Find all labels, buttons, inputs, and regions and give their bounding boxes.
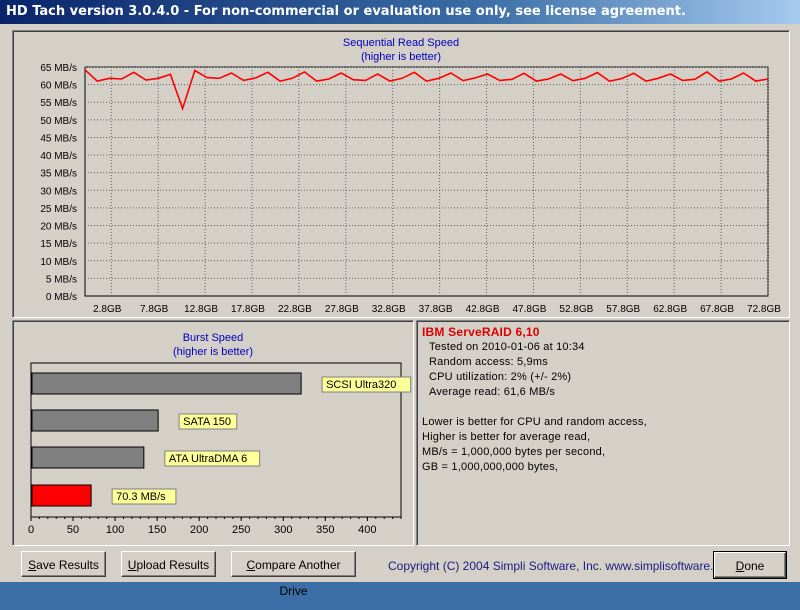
seq-y-tick-label: 0 MB/s — [46, 292, 77, 303]
seq-chart-subtitle: (higher is better) — [361, 51, 441, 63]
seq-x-tick-label: 57.8GB — [606, 304, 640, 315]
seq-x-tick-label: 62.8GB — [653, 304, 687, 315]
burst-bar-label: 70.3 MB/s — [116, 491, 166, 503]
save-results-label: ave Results — [36, 558, 99, 572]
note-lower-better: Lower is better for CPU and random acces… — [422, 416, 647, 428]
save-results-button[interactable]: Save Results — [21, 551, 106, 577]
seq-y-tick-label: 35 MB/s — [40, 169, 77, 180]
average-read: Average read: 61,6 MB/s — [429, 386, 556, 398]
seq-plot-frame — [84, 66, 769, 297]
burst-x-tick-label: 300 — [274, 524, 292, 536]
burst-x-tick-label: 250 — [232, 524, 250, 536]
drive-info-panel: IBM ServeRAID 6,10 Tested on 2010-01-06 … — [416, 320, 790, 546]
seq-y-tick-label: 20 MB/s — [40, 222, 77, 233]
seq-y-tick-label: 25 MB/s — [40, 204, 77, 215]
seq-x-tick-label: 42.8GB — [466, 304, 500, 315]
drive-name: IBM ServeRAID 6,10 — [422, 325, 540, 339]
save-results-mnemonic: S — [28, 558, 37, 572]
burst-bar — [31, 372, 302, 395]
seq-y-tick-label: 30 MB/s — [40, 186, 77, 197]
burst-chart-subtitle: (higher is better) — [173, 346, 253, 358]
seq-x-tick-label: 17.8GB — [231, 304, 265, 315]
seq-y-tick-label: 55 MB/s — [40, 98, 77, 109]
seq-y-tick-label: 60 MB/s — [40, 81, 77, 92]
compare-another-drive-button[interactable]: Compare Another Drive — [231, 551, 356, 598]
seq-x-tick-label: 72.8GB — [747, 304, 781, 315]
done-button[interactable]: Done — [713, 551, 787, 579]
burst-chart-title: Burst Speed — [183, 332, 244, 344]
seq-y-tick-label: 65 MB/s — [40, 63, 77, 74]
seq-y-tick-label: 15 MB/s — [40, 239, 77, 250]
seq-x-tick-label: 2.8GB — [93, 304, 122, 315]
burst-x-tick-label: 100 — [106, 524, 124, 536]
seq-read-line — [84, 69, 769, 112]
seq-x-tick-label: 32.8GB — [372, 304, 406, 315]
burst-bar — [31, 409, 159, 432]
upload-results-button[interactable]: Upload Results — [121, 551, 216, 577]
burst-x-tick-label: 400 — [358, 524, 376, 536]
seq-x-tick-label: 67.8GB — [700, 304, 734, 315]
burst-bar-label: SATA 150 — [183, 416, 231, 428]
seq-chart-title: Sequential Read Speed — [343, 37, 459, 49]
random-access: Random access: 5,9ms — [429, 356, 548, 368]
copyright-text: Copyright (C) 2004 Simpli Software, Inc.… — [388, 559, 737, 573]
cpu-utilization: CPU utilization: 2% (+/- 2%) — [429, 371, 572, 383]
burst-bar-label: SCSI Ultra320 — [326, 379, 396, 391]
seq-x-tick-label: 22.8GB — [278, 304, 312, 315]
burst-speed-panel: Burst Speed (higher is better) SCSI Ultr… — [12, 320, 414, 546]
window-title: HD Tach version 3.0.4.0 - For non-commer… — [0, 0, 800, 24]
burst-x-tick-label: 150 — [148, 524, 166, 536]
note-gb-definition: GB = 1,000,000,000 bytes, — [422, 461, 559, 473]
seq-y-tick-label: 10 MB/s — [40, 257, 77, 268]
seq-y-tick-label: 40 MB/s — [40, 151, 77, 162]
seq-x-tick-label: 47.8GB — [512, 304, 546, 315]
seq-y-tick-label: 50 MB/s — [40, 116, 77, 127]
sequential-read-chart: Sequential Read Speed (higher is better)… — [40, 37, 781, 315]
burst-x-tick-label: 350 — [316, 524, 334, 536]
burst-speed-chart: Burst Speed (higher is better) SCSI Ultr… — [28, 332, 412, 536]
tested-on: Tested on 2010-01-06 at 10:34 — [429, 341, 585, 353]
seq-x-tick-label: 27.8GB — [325, 304, 359, 315]
note-higher-better: Higher is better for average read, — [422, 431, 591, 443]
seq-x-tick-label: 12.8GB — [184, 304, 218, 315]
seq-x-tick-label: 37.8GB — [419, 304, 453, 315]
burst-bar-label: ATA UltraDMA 6 — [169, 453, 247, 465]
seq-y-tick-label: 5 MB/s — [46, 274, 77, 285]
sequential-read-panel: Sequential Read Speed (higher is better)… — [12, 30, 790, 318]
app-window: HD Tach version 3.0.4.0 - For non-commer… — [0, 0, 800, 598]
compare-mnemonic: C — [246, 558, 256, 572]
burst-x-tick-label: 50 — [67, 524, 79, 536]
seq-x-tick-label: 7.8GB — [140, 304, 169, 315]
done-mnemonic: D — [735, 559, 745, 573]
burst-bar — [31, 484, 92, 507]
burst-x-tick-label: 200 — [190, 524, 208, 536]
compare-label: ompare Another Drive — [255, 558, 341, 598]
seq-y-tick-label: 45 MB/s — [40, 133, 77, 144]
done-label: one — [744, 559, 765, 573]
seq-x-tick-label: 52.8GB — [559, 304, 593, 315]
note-mbs-definition: MB/s = 1,000,000 bytes per second, — [422, 446, 606, 458]
burst-x-tick-label: 0 — [28, 524, 34, 536]
burst-bar — [31, 446, 145, 469]
upload-results-label: pload Results — [136, 558, 210, 572]
